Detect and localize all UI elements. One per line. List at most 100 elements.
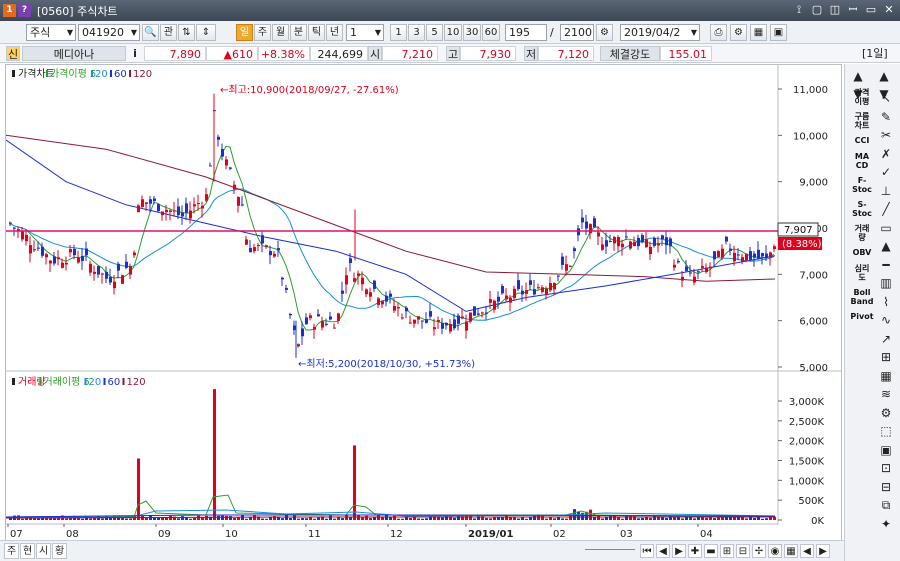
palette-item[interactable]: S- Stoc	[849, 200, 875, 218]
palette-item[interactable]: 심리 도	[849, 264, 875, 282]
zoom-in-icon[interactable]: ⊞	[720, 544, 734, 558]
zoom-out-icon[interactable]: ⊟	[736, 544, 750, 558]
palette-item[interactable]: 구름 차트	[849, 112, 875, 130]
drawing-tool-icon[interactable]: ≋	[877, 386, 895, 402]
legend-item[interactable]: 가격이평 5	[50, 67, 96, 80]
period-tick-button[interactable]: 틱	[308, 24, 325, 41]
plus-icon[interactable]: ✚	[688, 544, 702, 558]
period-day-button[interactable]: 일	[236, 24, 253, 41]
period-minute-button[interactable]: 분	[290, 24, 307, 41]
print-icon[interactable]: ⎙	[710, 24, 727, 41]
legend-item[interactable]: 60	[114, 69, 127, 80]
palette-item[interactable]: 거래 량	[849, 224, 875, 242]
period-year-button[interactable]: 년	[326, 24, 343, 41]
palette-item[interactable]: CCI	[849, 136, 875, 145]
palette-up2-icon[interactable]: ▲	[875, 68, 893, 84]
pin-icon[interactable]: ⟟	[792, 2, 806, 18]
period-week-button[interactable]: 주	[254, 24, 271, 41]
up-down-icon[interactable]: ⇅	[178, 24, 195, 41]
drawing-tool-icon[interactable]: ⊟	[877, 479, 895, 495]
gwan-button[interactable]: 관	[160, 24, 177, 41]
settings-icon[interactable]: ⚙	[596, 24, 613, 41]
unit-select[interactable]: 1 ▼	[346, 24, 384, 41]
drawing-tool-icon[interactable]: ↗	[877, 331, 895, 347]
scroll-start-icon[interactable]: ⏮	[640, 544, 654, 558]
drawing-tool-icon[interactable]: ✦	[877, 516, 895, 532]
legend-item[interactable]: 20	[89, 377, 102, 388]
copy-icon[interactable]: ◫	[828, 2, 842, 18]
drawing-tool-icon[interactable]: ━	[877, 257, 895, 273]
help-icon[interactable]: ?	[18, 4, 31, 17]
drawing-tool-icon[interactable]: ⌇	[877, 294, 895, 310]
zoom-slider[interactable]	[585, 549, 635, 553]
palette-item[interactable]: MA CD	[849, 152, 875, 170]
layout-icon[interactable]: ▢	[810, 2, 824, 18]
scroll-left-icon[interactable]: ◀	[656, 544, 670, 558]
drawing-tool-icon[interactable]: ▣	[877, 442, 895, 458]
drawing-tool-icon[interactable]: ⧉	[877, 497, 895, 513]
close-icon[interactable]: ✕	[882, 2, 896, 18]
minute-30-button[interactable]: 30	[463, 24, 481, 41]
drawing-tool-icon[interactable]: ✂	[877, 127, 895, 143]
legend-item[interactable]: 거래이평 5	[44, 376, 90, 388]
minute-1-button[interactable]: 1	[390, 24, 407, 41]
legend-item[interactable]: 60	[108, 377, 121, 388]
reset-icon[interactable]: ◉	[768, 544, 782, 558]
minute-60-button[interactable]: 60	[482, 24, 500, 41]
legend-item[interactable]: 120	[133, 69, 152, 80]
drawing-tool-icon[interactable]: ▦	[877, 368, 895, 384]
palette-item[interactable]: 가격 이평	[849, 88, 875, 106]
config-icon[interactable]: ⚙	[730, 24, 747, 41]
tab-ju[interactable]: 주	[4, 543, 20, 559]
drawing-tool-icon[interactable]: ↖	[877, 90, 895, 106]
period-month-button[interactable]: 월	[272, 24, 289, 41]
drawing-tool-icon[interactable]: ⚙	[877, 405, 895, 421]
candle-body	[521, 290, 524, 295]
drawing-tool-icon[interactable]: ⊡	[877, 460, 895, 476]
grid-icon[interactable]: ▦	[750, 24, 767, 41]
save-icon[interactable]: ▣	[770, 24, 787, 41]
drawing-tool-icon[interactable]: ▥	[877, 275, 895, 291]
palette-item[interactable]: F- Stoc	[849, 176, 875, 194]
drawing-tool-icon[interactable]: ✗	[877, 146, 895, 162]
minute-10-button[interactable]: 10	[444, 24, 462, 41]
tab-hyeon[interactable]: 현	[20, 543, 36, 559]
palette-up-icon[interactable]: ▲	[849, 68, 867, 84]
legend-item[interactable]: 120	[127, 377, 146, 388]
legend-item[interactable]: 20	[95, 69, 108, 80]
scroll-right-icon[interactable]: ▶	[672, 544, 686, 558]
drawing-tool-icon[interactable]: ▲	[877, 238, 895, 254]
cross-icon[interactable]: ✢	[752, 544, 766, 558]
palette-item[interactable]: Boll Band	[849, 288, 875, 306]
drawing-tool-icon[interactable]: ⬚	[877, 423, 895, 439]
drawing-tool-icon[interactable]: ⊥	[877, 183, 895, 199]
drawing-tool-icon[interactable]: ∿	[877, 312, 895, 328]
minute-3-button[interactable]: 3	[408, 24, 425, 41]
search-icon[interactable]: 🔍	[142, 24, 159, 41]
nav-left-icon[interactable]: ◀	[800, 544, 814, 558]
drawing-tool-icon[interactable]: ⊞	[877, 349, 895, 365]
minute-5-button[interactable]: 5	[426, 24, 443, 41]
maximize-icon[interactable]: ▭	[864, 2, 878, 18]
palette-item[interactable]: Pivot	[849, 312, 875, 321]
drawing-tool-icon[interactable]: ▭	[877, 220, 895, 236]
chart-svg[interactable]: 가격차트가격이평 520 60 120 거래량거래이평 520 60 120 11,00…	[5, 65, 841, 541]
nav-right-icon[interactable]: ▶	[816, 544, 830, 558]
table-icon[interactable]: ▦	[784, 544, 798, 558]
code-input[interactable]: 041920 ▼	[78, 24, 140, 41]
info-icon[interactable]: i	[128, 46, 142, 61]
drawing-tool-icon[interactable]: ✎	[877, 109, 895, 125]
tab-hwang[interactable]: 황	[52, 543, 68, 559]
minus-icon[interactable]: ▬	[704, 544, 718, 558]
price-legend: 가격차트가격이평 520 60 120	[12, 67, 152, 80]
tab-si[interactable]: 시	[36, 543, 52, 559]
minimize-icon[interactable]: ꟷ	[846, 2, 860, 18]
count-input[interactable]: 195	[505, 24, 547, 41]
drawing-tool-icon[interactable]: ✓	[877, 164, 895, 180]
drawing-tool-icon[interactable]: ╱	[877, 201, 895, 217]
spin-icon[interactable]: ⇕	[196, 24, 216, 41]
palette-item[interactable]: OBV	[849, 248, 875, 257]
date-picker[interactable]: 2019/04/2 ▼	[620, 24, 700, 41]
market-select[interactable]: 주식 ▼	[26, 24, 76, 41]
chart-area[interactable]: 가격차트 가격이평 5 20 60 120 거래량 거래이평 5 20 60 120 11,00…	[5, 64, 842, 542]
